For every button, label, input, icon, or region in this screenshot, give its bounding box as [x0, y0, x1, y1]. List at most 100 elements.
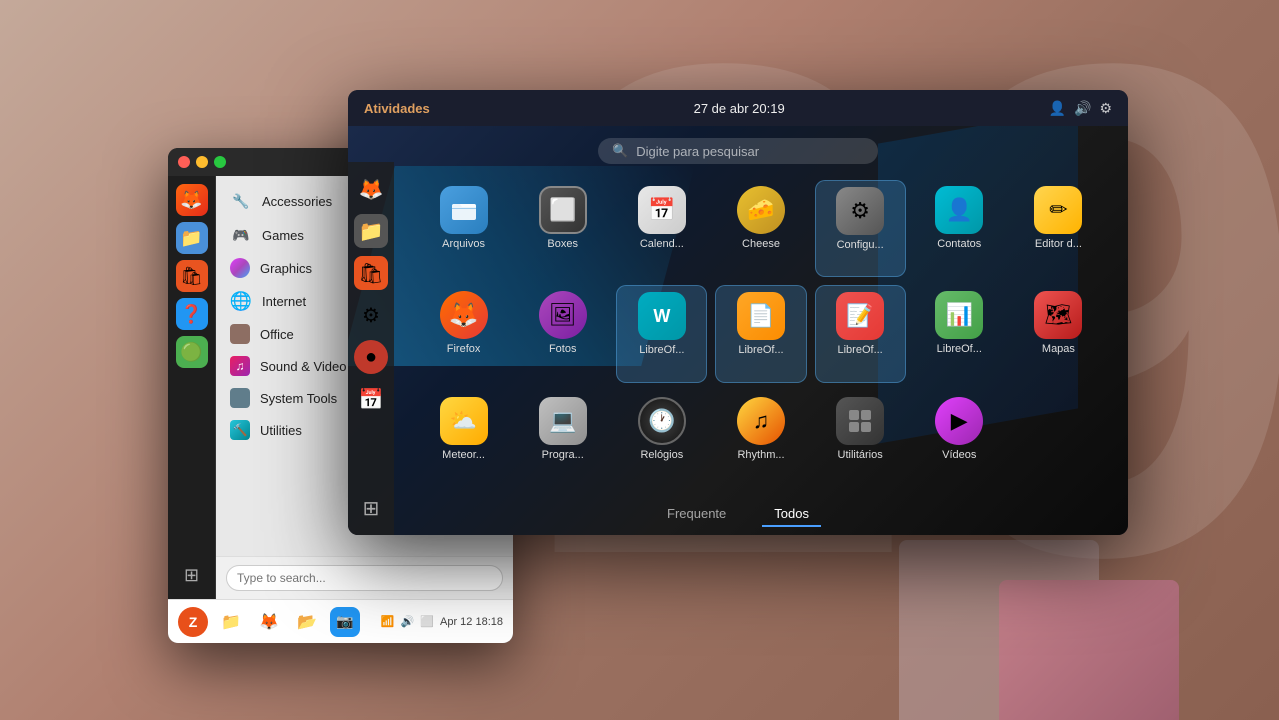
app-rhythmbox[interactable]: ♫ Rhythm... [715, 391, 806, 486]
topbar-settings-icon[interactable]: ⚙ [1099, 100, 1112, 117]
programas-label: Progra... [542, 449, 584, 461]
cheese-icon: 🧀 [737, 186, 785, 234]
taskbar-camera-icon[interactable]: 📷 [330, 607, 360, 637]
app-videos[interactable]: ▶ Vídeos [914, 391, 1005, 486]
fedora-datetime: 27 de abr 20:19 [694, 101, 785, 116]
app-cheese[interactable]: 🧀 Cheese [715, 180, 806, 277]
search-icon: 🔍 [612, 143, 628, 159]
menu-label-graphics: Graphics [260, 261, 312, 276]
fedora-dock-firefox[interactable]: 🦊 [354, 172, 388, 206]
boxes-icon: ⬜ [539, 186, 587, 234]
app-libreoffice-w[interactable]: W LibreOf... [616, 285, 707, 382]
app-mapas[interactable]: 🗺 Mapas [1013, 285, 1104, 382]
dock-firefox-icon[interactable]: 🦊 [176, 184, 208, 216]
calendar-icon: 📅 [638, 186, 686, 234]
app-editor[interactable]: ✏ Editor d... [1013, 180, 1104, 277]
system-tools-icon [230, 388, 250, 408]
menu-label-accessories: Accessories [262, 194, 332, 209]
maximize-button[interactable] [214, 156, 226, 168]
app-fotos[interactable]: 🖼 Fotos [517, 285, 608, 382]
accessories-icon: 🔧 [230, 190, 252, 212]
fedora-dock-color[interactable]: ● [354, 340, 388, 374]
tab-frequente[interactable]: Frequente [655, 502, 738, 527]
fedora-search-bar: 🔍 [598, 138, 878, 164]
sound-video-icon: ♫ [230, 356, 250, 376]
firefox-label: Firefox [447, 343, 481, 355]
editor-label: Editor d... [1035, 238, 1082, 250]
videos-label: Vídeos [942, 449, 976, 461]
contacts-label: Contatos [937, 238, 981, 250]
minimize-button[interactable] [196, 156, 208, 168]
app-contacts[interactable]: 👤 Contatos [914, 180, 1005, 277]
app-config[interactable]: ⚙ Configu... [815, 180, 906, 277]
menu-label-sound-video: Sound & Video [260, 359, 347, 374]
fedora-topbar: Atividades 27 de abr 20:19 👤 🔊 ⚙ [348, 90, 1128, 126]
app-meteo[interactable]: ⛅ Meteor... [418, 391, 509, 486]
relogios-label: Relógios [640, 449, 683, 461]
dock-grid-icon[interactable]: ⊞ [176, 559, 208, 591]
fedora-topbar-right: 👤 🔊 ⚙ [1049, 100, 1112, 117]
meteo-label: Meteor... [442, 449, 485, 461]
dock-help-icon[interactable]: ❓ [176, 298, 208, 330]
graphics-icon [230, 258, 250, 278]
taskbar-filemanager-icon[interactable]: 📂 [292, 607, 322, 637]
boxes-label: Boxes [547, 238, 578, 250]
libreoffice-c-icon: 📝 [836, 292, 884, 340]
editor-icon: ✏ [1034, 186, 1082, 234]
app-firefox[interactable]: 🦊 Firefox [418, 285, 509, 382]
games-icon: 🎮 [230, 224, 252, 246]
app-arquivos[interactable]: Arquivos [418, 180, 509, 277]
app-libreoffice-calc[interactable]: 📊 LibreOf... [914, 285, 1005, 382]
arquivos-icon [440, 186, 488, 234]
libreoffice-w-icon: W [638, 292, 686, 340]
fedora-dock-files[interactable]: 📁 [354, 214, 388, 248]
dock-files-icon[interactable]: 📁 [176, 222, 208, 254]
taskbar-files-icon[interactable]: 📁 [216, 607, 246, 637]
topbar-volume-icon[interactable]: 🔊 [1074, 100, 1091, 117]
fedora-dock-calendar[interactable]: 📅 [354, 382, 388, 416]
app-libreoffice-i[interactable]: 📄 LibreOf... [715, 285, 806, 382]
app-libreoffice-c[interactable]: 📝 LibreOf... [815, 285, 906, 382]
fedora-dock-software[interactable]: 🛍 [354, 256, 388, 290]
app-boxes[interactable]: ⬜ Boxes [517, 180, 608, 277]
arquivos-label: Arquivos [442, 238, 485, 250]
taskbar-firefox-icon[interactable]: 🦊 [254, 607, 284, 637]
meteo-icon: ⛅ [440, 397, 488, 445]
app-calendar[interactable]: 📅 Calend... [616, 180, 707, 277]
libreoffice-i-label: LibreOf... [738, 344, 783, 356]
dock-software-icon[interactable]: 🛍 [176, 260, 208, 292]
taskbar-zorin-icon[interactable]: Z [178, 607, 208, 637]
calendar-label: Calend... [640, 238, 684, 250]
programas-icon: 💻 [539, 397, 587, 445]
utilities-icon: 🔨 [230, 420, 250, 440]
fedora-dock-grid[interactable]: ⊞ [354, 491, 388, 525]
zorin-search-input[interactable] [226, 565, 503, 591]
relogios-icon: 🕐 [638, 397, 686, 445]
menu-label-games: Games [262, 228, 304, 243]
utilitarios-icon [836, 397, 884, 445]
fedora-activities-label[interactable]: Atividades [364, 101, 430, 116]
dock-store-icon[interactable]: 🟢 [176, 336, 208, 368]
fotos-icon: 🖼 [539, 291, 587, 339]
fedora-search-input[interactable] [636, 144, 864, 159]
bottom-shape-2 [999, 580, 1179, 720]
fedora-dock-settings[interactable]: ⚙ [354, 298, 388, 332]
fedora-window: Atividades 27 de abr 20:19 👤 🔊 ⚙ 🦊 📁 🛍 ⚙… [348, 90, 1128, 535]
zorin-search-area [216, 556, 513, 599]
libreoffice-calc-icon: 📊 [935, 291, 983, 339]
tab-todos[interactable]: Todos [762, 502, 821, 527]
fedora-footer: Frequente Todos [348, 494, 1128, 535]
app-relogios[interactable]: 🕐 Relógios [616, 391, 707, 486]
libreoffice-w-label: LibreOf... [639, 344, 684, 356]
app-programas[interactable]: 💻 Progra... [517, 391, 608, 486]
menu-label-system-tools: System Tools [260, 391, 337, 406]
topbar-people-icon[interactable]: 👤 [1049, 100, 1066, 117]
utilitarios-label: Utilitários [838, 449, 883, 461]
libreoffice-i-icon: 📄 [737, 292, 785, 340]
taskbar-right-area: 📶 🔊 ⬜ Apr 12 18:18 [381, 615, 503, 628]
mapas-label: Mapas [1042, 343, 1075, 355]
libreoffice-c-label: LibreOf... [838, 344, 883, 356]
menu-label-utilities: Utilities [260, 423, 302, 438]
app-utilitarios[interactable]: Utilitários [815, 391, 906, 486]
close-button[interactable] [178, 156, 190, 168]
